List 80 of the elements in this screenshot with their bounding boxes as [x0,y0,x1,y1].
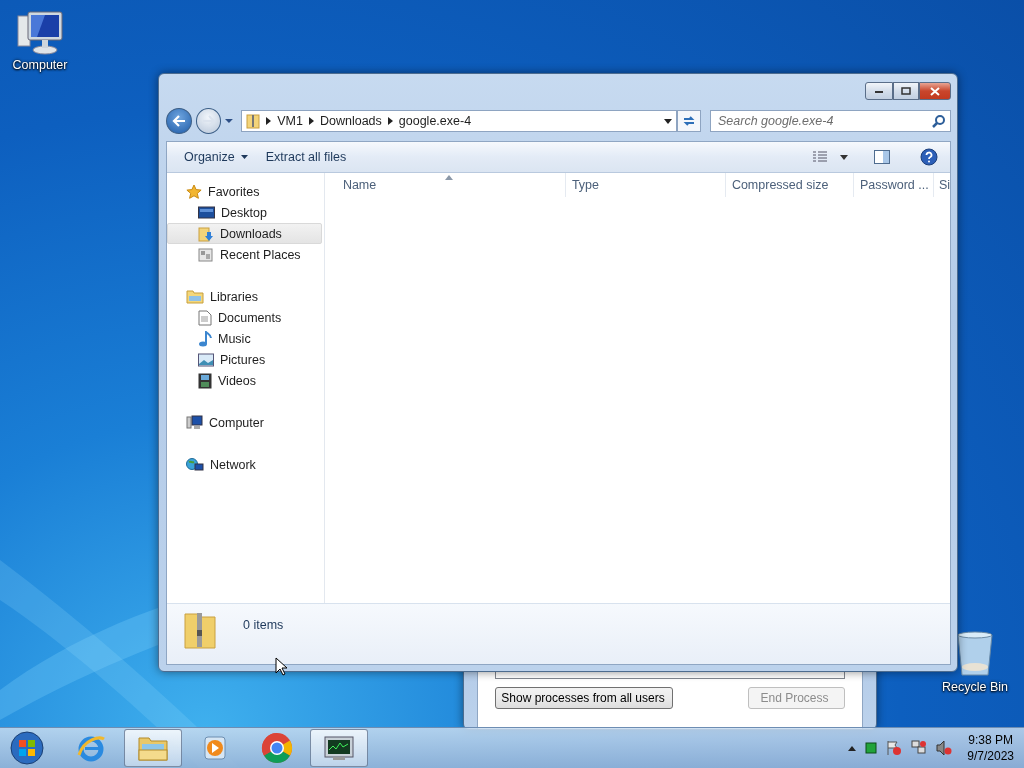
close-icon [930,86,940,96]
star-icon [186,183,202,200]
network-globe-icon [186,456,204,473]
picture-icon [198,352,214,367]
library-folder-icon [186,289,204,304]
desktop-icon-label[interactable]: Computer [12,58,68,72]
nav-item[interactable]: Network [167,454,322,475]
taskbar-app-button[interactable] [310,729,368,767]
close-button[interactable] [919,82,951,100]
search-input[interactable]: Search google.exe-4 [718,114,932,128]
recycle-bin-icon [955,630,995,678]
network-alert-icon[interactable] [911,740,928,756]
breadcrumb-item[interactable]: google.exe-4 [398,114,472,128]
zip-folder-icon [183,610,217,650]
breadcrumb-item[interactable]: Downloads [319,114,382,128]
search-bar[interactable]: Search google.exe-4 [710,110,951,132]
start-button[interactable] [8,729,46,767]
address-bar[interactable]: VM1 Downloads google.exe-4 [241,110,678,132]
computer-icon [14,8,66,56]
help-icon [920,148,938,166]
zip-folder-icon [246,113,261,129]
column-header[interactable]: Si [933,173,950,197]
chevron-right-icon [387,117,393,125]
caret-icon [840,154,848,160]
back-button[interactable] [166,108,192,134]
refresh-button[interactable] [677,110,701,132]
maximize-button[interactable] [893,82,919,100]
monitor-icon [198,205,215,220]
nav-item[interactable]: Videos [167,370,322,391]
chevron-right-icon [308,117,314,125]
column-header[interactable]: Name [324,173,566,197]
column-header[interactable]: Compressed size [725,173,854,197]
nav-item[interactable]: Recent Places [167,244,322,265]
nav-item[interactable]: Music [167,328,322,349]
preview-pane-icon [874,150,890,164]
sort-arrow-icon [444,175,453,180]
nav-item[interactable]: Pictures [167,349,322,370]
windows-logo-icon [10,731,44,765]
document-icon [198,309,212,326]
show-hidden-icons-icon[interactable] [848,745,857,751]
computer-icon [186,414,203,431]
caret-icon [240,155,248,159]
clock[interactable]: 9:38 PM 9/7/2023 [967,732,1014,764]
maximize-icon [901,87,911,95]
nav-item[interactable]: Libraries [167,286,322,307]
nav-item[interactable]: Computer [167,412,322,433]
desktop-icon-label[interactable]: Recycle Bin [942,680,1008,694]
nav-item[interactable]: Documents [167,307,322,328]
folder-icon [137,734,169,762]
refresh-icon [682,114,697,128]
column-header[interactable]: Type [565,173,726,197]
column-header[interactable]: Password ... [853,173,934,197]
film-icon [198,372,212,389]
details-view-icon [812,151,828,163]
back-arrow-icon [171,115,186,127]
media-player-icon [201,734,229,762]
extract-button[interactable]: Extract all files [258,146,354,168]
minimize-icon [874,88,884,94]
forward-button[interactable] [195,108,222,134]
status-indicator-icon[interactable] [865,742,878,754]
task-manager-icon [323,735,355,761]
search-icon [932,114,946,128]
minimize-button[interactable] [865,82,893,100]
download-folder-icon [198,225,214,242]
organize-menu[interactable]: Organize [177,146,255,168]
show-processes-button[interactable]: Show processes from all users [495,687,673,709]
recent-places-icon [198,246,214,263]
chevron-right-icon [266,117,272,125]
chrome-icon [261,732,293,764]
music-note-icon [198,330,212,347]
breadcrumb-item[interactable]: VM1 [277,114,303,128]
caret-icon[interactable] [225,118,234,124]
nav-item[interactable]: Favorites [167,181,322,202]
browser-e-icon [76,733,106,763]
speaker-muted-icon[interactable] [936,740,953,756]
item-count: 0 items [243,618,284,632]
flag-alert-icon[interactable] [886,740,903,756]
nav-item[interactable]: Downloads [167,223,322,244]
nav-item[interactable]: Desktop [167,202,322,223]
dropdown-caret-icon[interactable] [664,118,673,124]
